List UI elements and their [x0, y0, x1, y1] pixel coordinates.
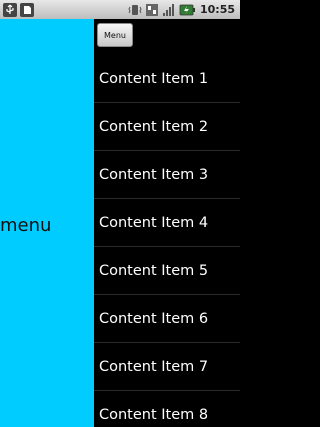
battery-icon: [179, 3, 195, 17]
menu-button[interactable]: Menu: [97, 23, 133, 47]
sd-card-icon: [20, 2, 34, 17]
menu-label: menu: [0, 214, 52, 236]
list-item[interactable]: Content Item 1: [94, 55, 240, 103]
list-item[interactable]: Content Item 8: [94, 391, 240, 427]
list-item[interactable]: Content Item 4: [94, 199, 240, 247]
status-bar-notifications: [3, 2, 34, 17]
list-item[interactable]: Content Item 2: [94, 103, 240, 151]
signal-icon: [162, 3, 176, 17]
list-item[interactable]: Content Item 5: [94, 247, 240, 295]
list-item[interactable]: Content Item 3: [94, 151, 240, 199]
status-bar-system: 10:55: [128, 3, 237, 17]
content-pane: Menu Content Item 1 Content Item 2 Conte…: [94, 19, 240, 427]
side-menu-pane[interactable]: menu: [0, 19, 94, 427]
list-item[interactable]: Content Item 6: [94, 295, 240, 343]
data-transfer-icon: [145, 3, 159, 17]
status-bar: 10:55: [0, 0, 240, 19]
list-item[interactable]: Content Item 7: [94, 343, 240, 391]
vibrate-icon: [128, 3, 142, 17]
status-clock: 10:55: [199, 3, 235, 16]
app-screen: 10:55 menu Menu Content Item 1 Content I…: [0, 0, 240, 427]
content-list: Content Item 1 Content Item 2 Content It…: [94, 55, 240, 427]
usb-icon: [3, 2, 17, 17]
